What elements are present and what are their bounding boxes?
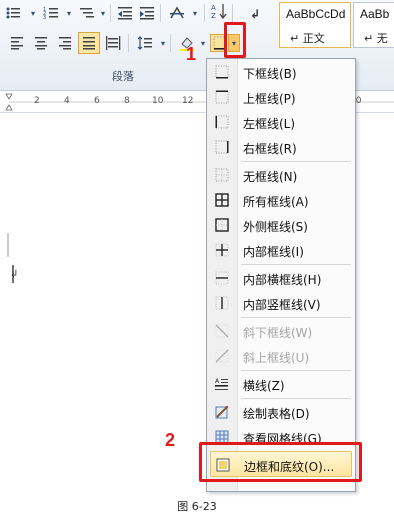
menu-item-label: 内部横框线(H) — [243, 273, 322, 287]
menu-item-label: 斜下框线(W) — [243, 326, 313, 340]
menu-item-right-border[interactable]: 右框线(R) — [207, 135, 355, 160]
chinese-layout-dropdown-icon[interactable]: ▾ — [186, 4, 204, 22]
ruler-number: 8 — [124, 96, 130, 106]
svg-text:↲: ↲ — [10, 269, 18, 280]
menu-item-label: 外侧框线(S) — [243, 220, 308, 234]
numbering-icon[interactable]: 123 — [42, 4, 60, 22]
no-border-icon — [215, 168, 229, 182]
line-spacing-icon[interactable] — [136, 34, 154, 52]
increase-indent-icon[interactable] — [138, 4, 156, 22]
menu-item-horizontal-line[interactable]: A 横线(Z) — [207, 372, 355, 397]
menu-item-label: 上框线(P) — [243, 92, 296, 106]
all-borders-icon — [215, 193, 229, 207]
menu-item-all-borders[interactable]: 所有框线(A) — [207, 188, 355, 213]
style-name: ↵ 无 — [364, 32, 388, 45]
separator — [128, 34, 129, 52]
menu-item-label: 内部框线(I) — [243, 245, 304, 259]
separator — [110, 4, 111, 22]
diagonal-up-border-icon — [215, 349, 229, 363]
group-label-paragraph: 段落 — [112, 70, 134, 83]
figure-caption: 图 6-23 — [177, 500, 217, 513]
menu-item-label: 右框线(R) — [243, 142, 297, 156]
separator — [170, 34, 171, 52]
separator — [232, 4, 233, 22]
menu-item-label: 斜上框线(U) — [243, 351, 310, 365]
menu-item-label: 无框线(N) — [243, 170, 298, 184]
bottom-border-icon — [215, 65, 229, 79]
align-left-icon[interactable] — [8, 34, 26, 52]
menu-item-label: 下框线(B) — [243, 67, 297, 81]
borders-dropdown-menu: 下框线(B) 上框线(P) 左框线(L) 右框线(R) 无框线(N) 所有框线(… — [206, 58, 356, 492]
menu-item-left-border[interactable]: 左框线(L) — [207, 110, 355, 135]
left-border-icon — [215, 115, 229, 129]
style-name: ↵ 正文 — [290, 32, 325, 45]
chinese-layout-icon[interactable] — [168, 4, 186, 22]
step1-highlight-box — [224, 22, 246, 58]
style-preview: AaBbCcDd — [286, 7, 346, 21]
styles-gallery: AaBbCcDd ↵ 正文 AaBb ↵ 无 — [275, 0, 394, 50]
step2-highlight-box — [199, 442, 362, 482]
menu-separator — [241, 264, 351, 265]
decrease-indent-icon[interactable] — [116, 4, 134, 22]
ruler-number: 12 — [182, 96, 194, 106]
horizontal-line-icon: A — [215, 378, 228, 390]
show-marks-icon[interactable]: ↲ — [246, 4, 264, 22]
menu-item-inside-borders[interactable]: 内部框线(I) — [207, 238, 355, 263]
justify-icon[interactable] — [78, 32, 100, 54]
numbering-dropdown-icon[interactable]: ▾ — [60, 4, 78, 22]
diagonal-down-border-icon — [215, 324, 229, 338]
menu-item-label: 所有框线(A) — [243, 195, 309, 209]
menu-item-label: 左框线(L) — [243, 117, 296, 131]
menu-item-label: 横线(Z) — [243, 379, 285, 393]
sort-icon[interactable]: AZ — [210, 2, 228, 20]
draw-table-icon — [215, 406, 228, 419]
step1-callout: 1 — [186, 44, 197, 64]
svg-text:3: 3 — [43, 15, 46, 20]
svg-text:A: A — [211, 4, 216, 12]
svg-text:↲: ↲ — [250, 7, 260, 20]
menu-item-inside-vertical-border[interactable]: 内部竖框线(V) — [207, 291, 355, 316]
svg-text:Z: Z — [211, 12, 216, 20]
menu-item-diagonal-down-border: 斜下框线(W) — [207, 319, 355, 344]
style-preview: AaBb — [360, 7, 390, 21]
align-center-icon[interactable] — [32, 34, 50, 52]
right-border-icon — [215, 140, 229, 154]
menu-item-diagonal-up-border: 斜上框线(U) — [207, 344, 355, 369]
menu-separator — [241, 370, 351, 371]
style-no-spacing[interactable]: AaBb ↵ 无 — [353, 2, 394, 48]
step2-callout: 2 — [165, 430, 176, 450]
menu-item-inside-horizontal-border[interactable]: 内部横框线(H) — [207, 266, 355, 291]
separator — [160, 4, 161, 22]
menu-item-draw-table[interactable]: 绘制表格(D) — [207, 400, 355, 425]
style-normal[interactable]: AaBbCcDd ↵ 正文 — [279, 2, 351, 48]
text-cursor: ↲ — [7, 233, 18, 283]
ruler-number: 6 — [94, 96, 100, 106]
inside-borders-icon — [215, 243, 229, 257]
svg-text:A: A — [215, 378, 220, 385]
distributed-icon[interactable] — [104, 34, 122, 52]
bullets-dropdown-icon[interactable]: ▾ — [24, 4, 42, 22]
bullets-icon[interactable] — [4, 4, 22, 22]
ruler-number: 2 — [34, 96, 40, 106]
outside-borders-icon — [215, 218, 229, 232]
menu-item-bottom-border[interactable]: 下框线(B) — [207, 60, 355, 85]
menu-separator — [241, 398, 351, 399]
menu-separator — [241, 317, 351, 318]
menu-separator — [241, 161, 351, 162]
document-page[interactable]: ↲ — [0, 113, 200, 513]
menu-item-no-border[interactable]: 无框线(N) — [207, 163, 355, 188]
menu-item-top-border[interactable]: 上框线(P) — [207, 85, 355, 110]
ruler-number: 10 — [152, 96, 164, 106]
inside-horizontal-border-icon — [215, 271, 229, 285]
align-right-icon[interactable] — [56, 34, 74, 52]
menu-item-label: 内部竖框线(V) — [243, 298, 321, 312]
ruler-number: 4 — [64, 96, 70, 106]
menu-item-label: 绘制表格(D) — [243, 407, 310, 421]
top-border-icon — [215, 90, 229, 104]
separator — [204, 4, 205, 22]
menu-item-outside-borders[interactable]: 外侧框线(S) — [207, 213, 355, 238]
inside-vertical-border-icon — [215, 296, 229, 310]
